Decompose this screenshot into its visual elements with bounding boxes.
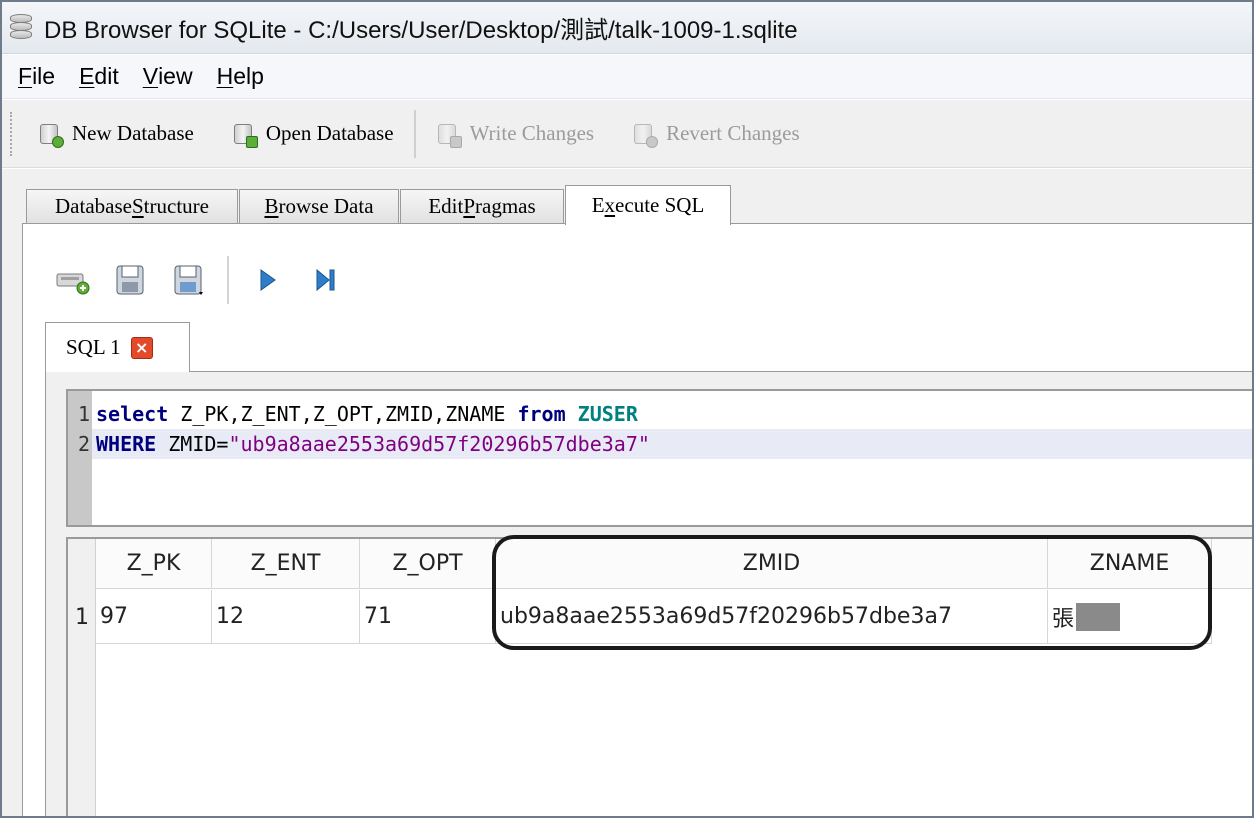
revert-changes-button[interactable]: Revert Changes <box>624 112 808 156</box>
code-text: WHERE ZMID="ub9a8aae2553a69d57f20296b57d… <box>96 432 650 456</box>
table-cell[interactable]: 97 <box>96 590 212 644</box>
menu-edit[interactable]: Edit <box>79 63 119 90</box>
execute-all-icon[interactable] <box>247 260 287 300</box>
execute-line-icon[interactable] <box>305 260 345 300</box>
revert-changes-label: Revert Changes <box>666 121 800 145</box>
menu-view[interactable]: View <box>143 63 193 90</box>
column-header-filler <box>1212 539 1252 589</box>
open-tab-icon[interactable] <box>53 260 93 300</box>
tab-area: Database Structure Browse Data Edit Prag… <box>2 169 1252 816</box>
line-number: 2 <box>68 429 92 459</box>
menu-file[interactable]: File <box>18 63 55 90</box>
tab-sql-1[interactable]: SQL 1 × <box>45 322 190 372</box>
column-header-z-opt[interactable]: Z_OPT <box>360 539 496 589</box>
code-text: select Z_PK,Z_ENT,Z_OPT,ZMID,ZNAME from … <box>96 402 638 426</box>
revert-changes-icon <box>632 120 659 148</box>
window-title: DB Browser for SQLite - C:/Users/User/De… <box>44 17 798 44</box>
write-changes-button[interactable]: Write Changes <box>428 112 603 156</box>
column-header-zname[interactable]: ZNAME <box>1048 539 1212 589</box>
table-cell[interactable]: 12 <box>212 590 360 644</box>
table-cell-zname[interactable]: 張 <box>1048 590 1212 644</box>
row-header-column <box>68 539 96 816</box>
row-number[interactable]: 1 <box>68 590 96 644</box>
new-database-icon <box>38 120 64 148</box>
line-number: 1 <box>68 399 92 429</box>
write-changes-icon <box>436 120 462 148</box>
tab-execute-sql[interactable]: Ex ecute SQL <box>565 185 731 225</box>
close-icon[interactable]: × <box>130 336 153 359</box>
menu-bar: File Edit View Help <box>2 55 1252 99</box>
toolbar-separator <box>413 109 416 158</box>
execute-sql-panel: SQL 1 × 1 select Z_PK,Z_ENT,Z_OPT,ZMID,Z… <box>22 223 1252 816</box>
title-bar: DB Browser for SQLite - C:/Users/User/De… <box>2 2 1252 54</box>
sql-tab-label: SQL 1 <box>66 335 121 359</box>
table-cell[interactable]: 71 <box>360 590 496 644</box>
tab-database-structure[interactable]: Database Structure <box>26 189 238 223</box>
new-database-button[interactable]: New Database <box>30 112 202 156</box>
open-database-icon <box>232 120 258 148</box>
column-header-z-ent[interactable]: Z_ENT <box>212 539 360 589</box>
tab-edit-pragmas[interactable]: Edit Pragmas <box>400 189 564 223</box>
database-icon <box>6 12 36 44</box>
new-database-label: New Database <box>72 121 194 145</box>
sql-toolbar-separator <box>227 256 229 304</box>
sql-tab-panel: 1 select Z_PK,Z_ENT,Z_OPT,ZMID,ZNAME fro… <box>45 371 1252 816</box>
menu-help[interactable]: Help <box>217 63 264 90</box>
toolbar-grip[interactable] <box>10 111 14 156</box>
open-database-label: Open Database <box>265 121 394 145</box>
editor-line: 1 select Z_PK,Z_ENT,Z_OPT,ZMID,ZNAME fro… <box>68 399 1252 429</box>
editor-line-current: 2 WHERE ZMID="ub9a8aae2553a69d57f20296b5… <box>68 429 1252 459</box>
sql-editor[interactable]: 1 select Z_PK,Z_ENT,Z_OPT,ZMID,ZNAME fro… <box>66 389 1252 527</box>
app-window: DB Browser for SQLite - C:/Users/User/De… <box>0 0 1254 818</box>
sql-toolbar <box>53 252 363 308</box>
write-changes-label: Write Changes <box>469 121 595 145</box>
zname-value: 張 <box>1052 606 1075 632</box>
column-header-zmid[interactable]: ZMID <box>496 539 1048 589</box>
open-database-button[interactable]: Open Database <box>224 112 402 156</box>
main-toolbar: New Database Open Database Write Changes… <box>2 100 1252 168</box>
tab-browse-data[interactable]: Browse Data <box>239 189 399 223</box>
redaction-block <box>1076 602 1121 631</box>
results-grid: Z_PK Z_ENT Z_OPT ZMID ZNAME 1 97 12 71 u… <box>66 537 1252 816</box>
save-sql-file-icon[interactable] <box>169 260 209 300</box>
table-cell[interactable]: ub9a8aae2553a69d57f20296b57dbe3a7 <box>496 590 1048 644</box>
column-header-z-pk[interactable]: Z_PK <box>96 539 212 589</box>
open-sql-file-icon[interactable] <box>111 260 151 300</box>
